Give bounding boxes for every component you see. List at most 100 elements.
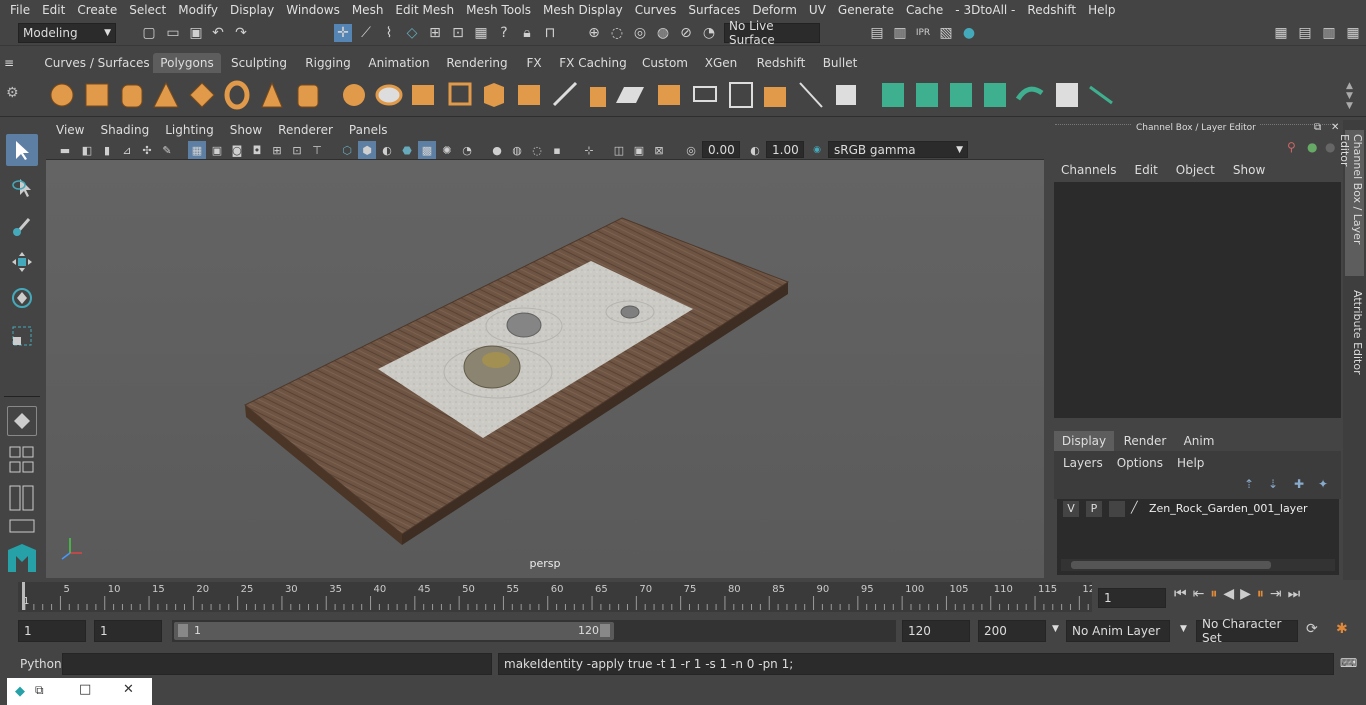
menu-show[interactable]: Show: [1233, 163, 1265, 177]
viewport[interactable]: persp: [46, 160, 1044, 578]
wireframe-icon[interactable]: ⬡: [338, 141, 356, 159]
exposure-icon[interactable]: ◎: [682, 141, 700, 159]
step-forward-key-icon[interactable]: ⏸: [1257, 586, 1264, 602]
menu-view[interactable]: View: [48, 123, 92, 137]
script-lang-label[interactable]: Python: [20, 657, 62, 671]
layout-icon-1[interactable]: ▤: [1296, 24, 1314, 42]
single-view-icon[interactable]: [7, 406, 37, 436]
new-layer-icon[interactable]: ✚: [1294, 477, 1304, 491]
go-to-start-icon[interactable]: ⏮: [1174, 586, 1187, 602]
xray-joints-icon[interactable]: ▣: [630, 141, 648, 159]
restore-icon[interactable]: ⧉: [35, 683, 44, 698]
new-layer-selected-icon[interactable]: ✦: [1318, 477, 1328, 491]
resolution-gate-icon[interactable]: ◙: [228, 141, 246, 159]
gamma-icon[interactable]: ◐: [746, 141, 764, 159]
tab-curves-surfaces[interactable]: Curves / Surfaces: [44, 53, 150, 73]
layout-icon-2[interactable]: ▥: [1320, 24, 1338, 42]
isolate-icon[interactable]: ⊹: [580, 141, 598, 159]
tab-custom[interactable]: Custom: [638, 53, 692, 73]
anim-start-field[interactable]: 1: [18, 620, 86, 642]
tab-bullet[interactable]: Bullet: [818, 53, 862, 73]
menu-select[interactable]: Select: [123, 3, 172, 17]
layout-icon-3[interactable]: ▦: [1344, 24, 1362, 42]
anim-prefs-icon[interactable]: ✱: [1336, 621, 1348, 637]
menu-shading[interactable]: Shading: [92, 123, 157, 137]
live-icon[interactable]: ◔: [700, 24, 718, 42]
channel-key-icon[interactable]: ⚲: [1287, 140, 1296, 154]
xray-active-icon[interactable]: ⊠: [650, 141, 668, 159]
go-to-end-icon[interactable]: ⏭: [1288, 586, 1301, 602]
menu-object[interactable]: Object: [1176, 163, 1215, 177]
grid-icon[interactable]: ▦: [188, 141, 206, 159]
layer-move-down-icon[interactable]: ⇣: [1268, 477, 1278, 491]
new-scene-icon[interactable]: ▢: [140, 24, 158, 42]
tab-fx-caching[interactable]: FX Caching: [555, 53, 631, 73]
textured-icon[interactable]: ▩: [418, 141, 436, 159]
tab-xgen[interactable]: XGen: [698, 53, 744, 73]
select-arrow-icon[interactable]: [6, 134, 38, 166]
menu-create[interactable]: Create: [71, 3, 123, 17]
tab-polygons[interactable]: Polygons: [153, 53, 221, 73]
tab-channel-box[interactable]: Channel Box / Layer Editor: [1338, 130, 1364, 276]
range-slider-track[interactable]: 1 120: [172, 620, 896, 642]
playback-end-field[interactable]: 120: [902, 620, 970, 642]
menu-file[interactable]: File: [0, 3, 36, 17]
tab-animation[interactable]: Animation: [364, 53, 434, 73]
anim-layer-field[interactable]: No Anim Layer: [1066, 620, 1170, 642]
gamma-field[interactable]: 1.00: [766, 141, 804, 158]
grease-pencil-icon[interactable]: ✎: [158, 141, 176, 159]
ao-icon[interactable]: ●: [488, 141, 506, 159]
menu-modify[interactable]: Modify: [172, 3, 224, 17]
select-tool-icon[interactable]: ✛: [334, 24, 352, 42]
gate-mask-icon[interactable]: ◘: [248, 141, 266, 159]
camera-attrs-icon[interactable]: ◧: [78, 141, 96, 159]
menu-help[interactable]: Help: [1177, 456, 1204, 470]
range-slider-thumb[interactable]: 1 120: [174, 622, 614, 640]
close-icon[interactable]: ✕: [1331, 122, 1339, 133]
rotate-tool-icon[interactable]: [6, 282, 38, 314]
menu-surfaces[interactable]: Surfaces: [682, 3, 746, 17]
minimized-window[interactable]: ◆ ⧉ □ ✕: [7, 678, 152, 705]
tab-rigging[interactable]: Rigging: [298, 53, 358, 73]
step-forward-icon[interactable]: ⇥: [1270, 586, 1282, 602]
xray-icon[interactable]: ◫: [610, 141, 628, 159]
exposure-field[interactable]: 0.00: [702, 141, 740, 158]
shadows-icon[interactable]: ◔: [458, 141, 476, 159]
menu-windows[interactable]: Windows: [280, 3, 346, 17]
scale-tool-icon[interactable]: [6, 320, 38, 352]
layer-move-up-icon[interactable]: ⇡: [1244, 477, 1254, 491]
four-view-icon[interactable]: [6, 444, 38, 476]
menu-edit[interactable]: Edit: [1135, 163, 1158, 177]
colorspace-dropdown[interactable]: sRGB gamma ▼: [828, 141, 968, 158]
tab-display[interactable]: Display: [1054, 431, 1114, 451]
layer-type-toggle[interactable]: [1109, 501, 1125, 517]
menu-display[interactable]: Display: [224, 3, 280, 17]
close-icon[interactable]: ✕: [123, 682, 134, 697]
play-forward-icon[interactable]: ▶: [1240, 586, 1251, 602]
symmetry-icon[interactable]: ◎: [631, 24, 649, 42]
menu-uv[interactable]: UV: [803, 3, 832, 17]
live-surface-field[interactable]: No Live Surface: [724, 19, 820, 47]
menu-deform[interactable]: Deform: [746, 3, 803, 17]
character-set-field[interactable]: No Character Set: [1196, 617, 1298, 645]
menu-mesh-display[interactable]: Mesh Display: [537, 3, 629, 17]
layer-scrollbar[interactable]: [1061, 559, 1335, 571]
workspace-icon[interactable]: ▦: [1272, 24, 1290, 42]
menu-options[interactable]: Options: [1117, 456, 1163, 470]
menu-edit[interactable]: Edit: [36, 3, 71, 17]
safe-title-icon[interactable]: ⊤: [308, 141, 326, 159]
play-backward-icon[interactable]: ◀: [1223, 586, 1234, 602]
default-material-icon[interactable]: ◐: [378, 141, 396, 159]
maximize-icon[interactable]: □: [79, 682, 91, 697]
menu-help[interactable]: Help: [1082, 3, 1121, 17]
channel-mute-icon[interactable]: ●: [1325, 140, 1335, 154]
menu-layers[interactable]: Layers: [1063, 456, 1103, 470]
menu-channels[interactable]: Channels: [1061, 163, 1117, 177]
render-seq-icon[interactable]: ▥: [891, 24, 909, 42]
time-slider[interactable]: 5 10 15 20 25 30 35 40 45 50 55 60 65 70 75 80 85 90 95 100…: [18, 582, 1095, 612]
channel-list[interactable]: [1054, 182, 1341, 418]
help-icon[interactable]: ?: [495, 24, 513, 42]
render-settings-icon[interactable]: ▧: [937, 24, 955, 42]
motion-blur-icon[interactable]: ◍: [508, 141, 526, 159]
tab-render[interactable]: Render: [1117, 431, 1173, 451]
